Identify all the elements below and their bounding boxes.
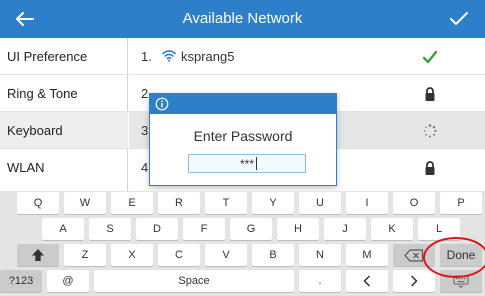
key-m[interactable]: M	[346, 244, 388, 266]
page-title: Available Network	[182, 10, 303, 27]
shift-key[interactable]	[17, 244, 59, 266]
backspace-icon	[404, 248, 424, 262]
sidebar-item-label: WLAN	[7, 160, 45, 175]
dialog-title: Enter Password	[193, 128, 293, 144]
green-checkmark-icon	[422, 50, 438, 64]
key-p[interactable]: P	[440, 192, 482, 214]
key-n[interactable]: N	[299, 244, 341, 266]
sidebar-item-ui-preference[interactable]: UI Preference	[0, 38, 128, 75]
settings-sidebar: UI Preference Ring & Tone Keyboard WLAN	[0, 38, 128, 191]
network-index: 1.	[141, 49, 152, 64]
key-z[interactable]: Z	[64, 244, 106, 266]
sidebar-item-label: Ring & Tone	[7, 85, 78, 101]
key-w[interactable]: W	[64, 192, 106, 214]
key-i[interactable]: I	[346, 192, 388, 214]
header-bar: Available Network	[0, 0, 485, 38]
network-name: ksprang5	[181, 49, 235, 64]
spinner-icon	[423, 124, 437, 138]
key-g[interactable]: G	[230, 218, 272, 240]
key-t[interactable]: T	[205, 192, 247, 214]
on-screen-keyboard: Q W E R T Y U I O P A S D F G H J K L Z …	[0, 191, 485, 296]
at-key[interactable]: @	[47, 270, 89, 292]
dialog-header	[150, 94, 336, 114]
key-x[interactable]: X	[111, 244, 153, 266]
cursor-right-key[interactable]	[393, 270, 435, 292]
info-icon	[155, 97, 169, 111]
key-k[interactable]: K	[371, 218, 413, 240]
key-h[interactable]: H	[277, 218, 319, 240]
sidebar-item-ring-tone[interactable]: Ring & Tone	[0, 75, 128, 112]
sidebar-item-keyboard[interactable]: Keyboard	[0, 112, 128, 149]
key-f[interactable]: F	[183, 218, 225, 240]
key-y[interactable]: Y	[252, 192, 294, 214]
symbols-key[interactable]: ?123	[0, 270, 42, 292]
key-a[interactable]: A	[42, 218, 84, 240]
lock-icon	[425, 87, 435, 101]
password-dialog: Enter Password	[149, 93, 337, 186]
chevron-left-icon	[363, 275, 371, 287]
key-c[interactable]: C	[158, 244, 200, 266]
chevron-right-icon	[410, 275, 418, 287]
lock-icon	[425, 161, 435, 175]
done-highlight-circle	[423, 237, 485, 278]
space-key[interactable]: Space	[94, 270, 294, 292]
key-j[interactable]: J	[324, 218, 366, 240]
checkmark-icon	[450, 12, 468, 25]
text-caret	[256, 157, 257, 170]
arrow-left-icon	[16, 12, 34, 26]
period-key[interactable]: .	[299, 270, 341, 292]
sidebar-item-label: UI Preference	[7, 48, 88, 64]
sidebar-item-label: Keyboard	[7, 122, 63, 138]
shift-up-arrow-icon	[32, 249, 44, 261]
key-v[interactable]: V	[205, 244, 247, 266]
password-input[interactable]	[188, 154, 306, 173]
key-q[interactable]: Q	[17, 192, 59, 214]
network-row[interactable]: 1. ksprang5	[129, 38, 485, 75]
sidebar-item-wlan[interactable]: WLAN	[0, 149, 128, 186]
wifi-icon	[162, 50, 176, 62]
key-b[interactable]: B	[252, 244, 294, 266]
key-d[interactable]: D	[136, 218, 178, 240]
key-r[interactable]: R	[158, 192, 200, 214]
cursor-left-key[interactable]	[346, 270, 388, 292]
key-o[interactable]: O	[393, 192, 435, 214]
key-u[interactable]: U	[299, 192, 341, 214]
confirm-button[interactable]	[441, 0, 477, 38]
key-s[interactable]: S	[89, 218, 131, 240]
back-button[interactable]	[6, 0, 44, 38]
key-e[interactable]: E	[111, 192, 153, 214]
